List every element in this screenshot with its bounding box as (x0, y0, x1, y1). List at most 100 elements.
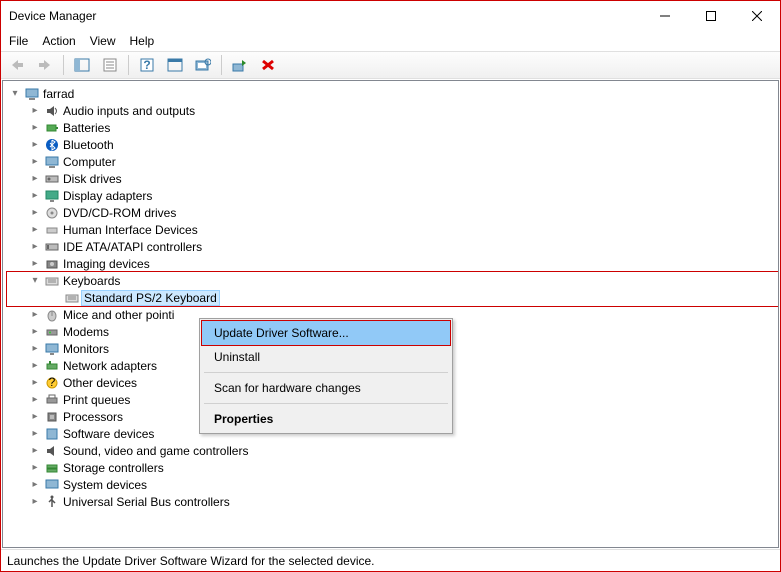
menu-item-update-driver[interactable]: Update Driver Software... (202, 321, 450, 345)
expand-toggle[interactable]: ▸ (27, 139, 43, 150)
tree-item-imaging[interactable]: ▸Imaging devices (7, 255, 778, 272)
menu-file[interactable]: File (9, 34, 28, 48)
expand-toggle[interactable]: ▸ (27, 445, 43, 456)
expand-toggle[interactable]: ▸ (27, 207, 43, 218)
expand-toggle[interactable]: ▸ (27, 122, 43, 133)
bluetooth-icon (43, 138, 61, 152)
computer-icon (43, 155, 61, 169)
menubar: File Action View Help (1, 31, 780, 51)
show-hide-console-tree-button[interactable] (70, 54, 94, 76)
update-driver-button[interactable] (228, 54, 252, 76)
expand-toggle[interactable]: ▸ (27, 428, 43, 439)
expand-toggle[interactable]: ▸ (27, 258, 43, 269)
forward-button[interactable] (33, 54, 57, 76)
printer-icon (43, 393, 61, 407)
expand-toggle[interactable]: ▸ (27, 411, 43, 422)
sound-icon (43, 444, 61, 458)
expand-toggle[interactable]: ▸ (27, 479, 43, 490)
expand-toggle[interactable]: ▸ (27, 377, 43, 388)
window-title: Device Manager (9, 9, 642, 23)
modem-icon (43, 325, 61, 339)
tree-item-storage[interactable]: ▸Storage controllers (7, 459, 778, 476)
expand-toggle[interactable]: ▸ (27, 156, 43, 167)
toolbar-separator (63, 55, 64, 75)
usb-icon (43, 495, 61, 509)
cpu-icon (43, 410, 61, 424)
properties-button[interactable] (98, 54, 122, 76)
device-tree[interactable]: ▾ farrad ▸Audio inputs and outputs ▸Batt… (2, 80, 779, 548)
toolbar-separator (221, 55, 222, 75)
display-icon (43, 189, 61, 203)
tree-item-dvd[interactable]: ▸DVD/CD-ROM drives (7, 204, 778, 221)
expand-toggle[interactable]: ▸ (27, 241, 43, 252)
help-button[interactable]: ? (135, 54, 159, 76)
menu-help[interactable]: Help (130, 34, 155, 48)
expand-toggle[interactable]: ▸ (27, 496, 43, 507)
mouse-icon (43, 308, 61, 322)
tree-root-label: farrad (41, 87, 76, 101)
menu-separator (204, 372, 448, 373)
tree-item-display[interactable]: ▸Display adapters (7, 187, 778, 204)
audio-icon (43, 104, 61, 118)
toolbar-separator (128, 55, 129, 75)
menu-action[interactable]: Action (42, 34, 75, 48)
menu-item-scan[interactable]: Scan for hardware changes (202, 376, 450, 400)
expand-toggle[interactable]: ▾ (7, 88, 23, 99)
tree-item-system[interactable]: ▸System devices (7, 476, 778, 493)
keyboard-icon (43, 274, 61, 288)
disk-icon (43, 172, 61, 186)
expand-toggle[interactable]: ▸ (27, 394, 43, 405)
tree-item-bluetooth[interactable]: ▸Bluetooth (7, 136, 778, 153)
titlebar: Device Manager (1, 1, 780, 31)
expand-toggle[interactable]: ▸ (27, 224, 43, 235)
maximize-button[interactable] (688, 1, 734, 31)
tree-item-batteries[interactable]: ▸Batteries (7, 119, 778, 136)
expand-toggle[interactable]: ▸ (27, 190, 43, 201)
tree-item-usb[interactable]: ▸Universal Serial Bus controllers (7, 493, 778, 510)
keyboard-icon (63, 291, 81, 305)
expand-toggle[interactable]: ▸ (27, 309, 43, 320)
statusbar: Launches the Update Driver Software Wiza… (1, 549, 780, 571)
tree-item-ide[interactable]: ▸IDE ATA/ATAPI controllers (7, 238, 778, 255)
svg-text:?: ? (143, 58, 150, 72)
monitor-icon (43, 342, 61, 356)
tree-item-computer[interactable]: ▸Computer (7, 153, 778, 170)
back-button[interactable] (5, 54, 29, 76)
expand-toggle[interactable]: ▸ (27, 105, 43, 116)
other-icon: ? (43, 376, 61, 390)
network-icon (43, 359, 61, 373)
dvd-icon (43, 206, 61, 220)
tree-item-sound[interactable]: ▸Sound, video and game controllers (7, 442, 778, 459)
expand-toggle[interactable]: ▸ (27, 326, 43, 337)
expand-toggle[interactable]: ▸ (27, 343, 43, 354)
tree-item-audio[interactable]: ▸Audio inputs and outputs (7, 102, 778, 119)
scan-hardware-button[interactable] (191, 54, 215, 76)
computer-icon (23, 87, 41, 101)
tree-item-hid[interactable]: ▸Human Interface Devices (7, 221, 778, 238)
tree-item-standard-ps2-keyboard[interactable]: ▸Standard PS/2 Keyboard (7, 289, 778, 306)
uninstall-button[interactable] (256, 54, 280, 76)
expand-toggle[interactable]: ▸ (27, 173, 43, 184)
menu-item-properties[interactable]: Properties (202, 407, 450, 431)
minimize-button[interactable] (642, 1, 688, 31)
status-text: Launches the Update Driver Software Wiza… (7, 554, 375, 568)
software-icon (43, 427, 61, 441)
svg-text:?: ? (49, 376, 56, 389)
device-manager-window: Device Manager File Action View Help ? ▾ (0, 0, 781, 572)
menu-item-uninstall[interactable]: Uninstall (202, 345, 450, 369)
tree-root[interactable]: ▾ farrad (7, 85, 778, 102)
menu-separator (204, 403, 448, 404)
expand-toggle[interactable]: ▸ (27, 462, 43, 473)
storage-icon (43, 461, 61, 475)
expand-toggle[interactable]: ▸ (27, 360, 43, 371)
action-button[interactable] (163, 54, 187, 76)
tree-item-disk[interactable]: ▸Disk drives (7, 170, 778, 187)
menu-view[interactable]: View (90, 34, 116, 48)
ide-icon (43, 240, 61, 254)
expand-toggle[interactable]: ▾ (27, 275, 43, 286)
tree-item-keyboards[interactable]: ▾Keyboards (7, 272, 778, 289)
context-menu: Update Driver Software... Uninstall Scan… (199, 318, 453, 434)
battery-icon (43, 121, 61, 135)
close-button[interactable] (734, 1, 780, 31)
hid-icon (43, 223, 61, 237)
